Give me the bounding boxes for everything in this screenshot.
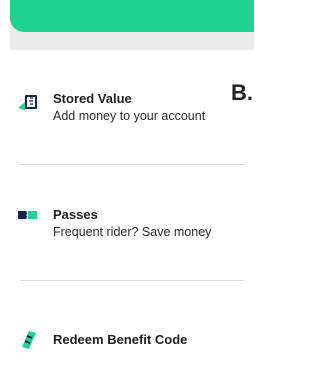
benefit-code-icon [16, 329, 42, 349]
header-panel [10, 0, 254, 50]
item-subtitle: Add money to your account [53, 109, 206, 123]
menu-item-passes[interactable]: Passes Frequent rider? Save money [0, 207, 254, 247]
item-title: Passes [53, 207, 98, 222]
item-title: Stored Value [53, 91, 132, 106]
item-title: Redeem Benefit Code [53, 332, 188, 347]
divider [20, 164, 245, 165]
divider [20, 280, 245, 281]
item-subtitle: Frequent rider? Save money [53, 225, 212, 239]
pass-ticket-icon [16, 207, 42, 227]
header-accent-bar [10, 0, 254, 32]
menu-item-redeem-benefit-code[interactable]: Redeem Benefit Code [0, 329, 254, 372]
menu-item-stored-value[interactable]: Stored Value Add money to your account [0, 91, 254, 131]
stored-value-card-icon [16, 92, 42, 112]
